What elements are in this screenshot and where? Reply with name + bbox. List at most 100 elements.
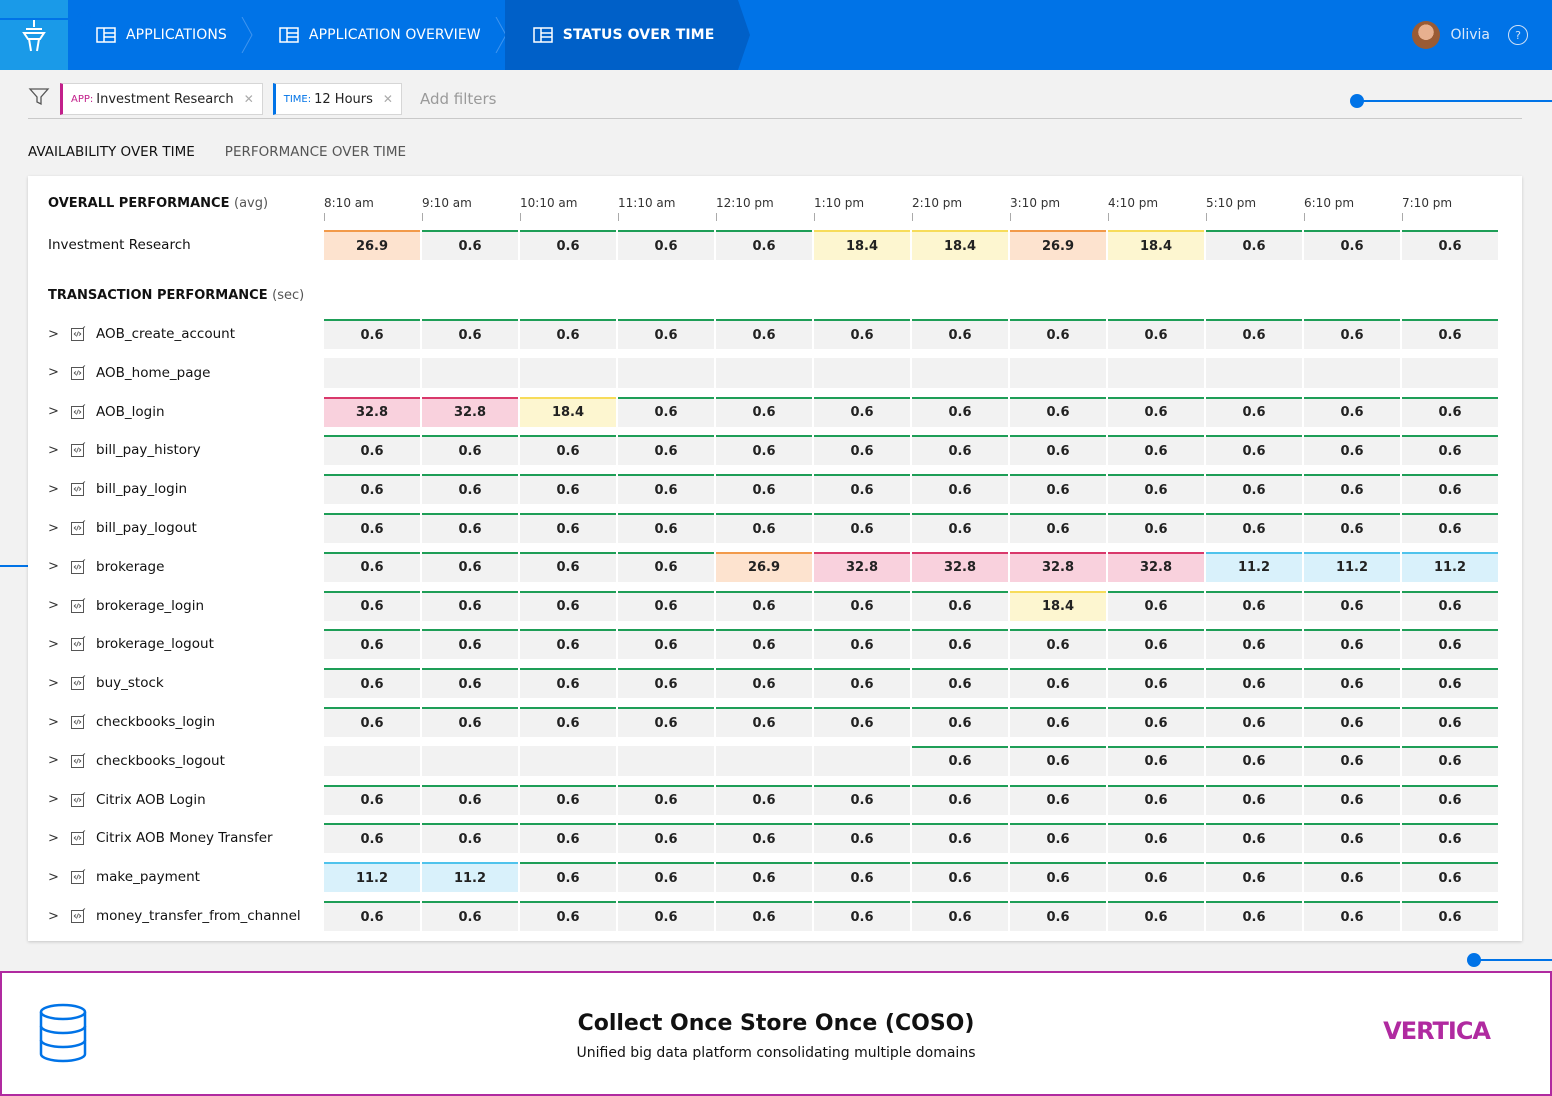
- status-cell[interactable]: [814, 745, 910, 776]
- status-cell[interactable]: 0.6: [324, 901, 420, 931]
- status-cell[interactable]: 0.6: [1402, 513, 1498, 543]
- status-cell[interactable]: 0.6: [1402, 862, 1498, 893]
- status-cell[interactable]: 0.6: [1108, 707, 1204, 737]
- status-cell[interactable]: 0.6: [1108, 513, 1204, 543]
- status-cell[interactable]: [324, 357, 420, 388]
- status-cell[interactable]: 0.6: [716, 707, 812, 737]
- status-cell[interactable]: 0.6: [422, 590, 518, 621]
- status-cell[interactable]: [520, 357, 616, 388]
- status-cell[interactable]: 0.6: [520, 823, 616, 854]
- status-cell[interactable]: 18.4: [912, 230, 1008, 260]
- status-cell[interactable]: 0.6: [618, 590, 714, 621]
- status-cell[interactable]: 0.6: [1108, 396, 1204, 427]
- status-cell[interactable]: 0.6: [422, 901, 518, 931]
- status-cell[interactable]: 0.6: [1010, 396, 1106, 427]
- status-cell[interactable]: 0.6: [1206, 784, 1302, 815]
- filter-chip-time[interactable]: TIME: 12 Hours ✕: [272, 83, 402, 115]
- status-cell[interactable]: 11.2: [1402, 551, 1498, 582]
- status-cell[interactable]: 0.6: [814, 396, 910, 427]
- close-icon[interactable]: ✕: [244, 92, 254, 106]
- chevron-right-icon[interactable]: >: [48, 559, 59, 574]
- status-cell[interactable]: 0.6: [1206, 474, 1302, 505]
- status-cell[interactable]: 0.6: [716, 629, 812, 660]
- status-cell[interactable]: [1108, 357, 1204, 388]
- status-cell[interactable]: 0.6: [1304, 513, 1400, 543]
- status-cell[interactable]: 0.6: [1206, 629, 1302, 660]
- transaction-row[interactable]: > bill_pay_history 0.6 0.6 0.6 0.6 0.6 0.6 0.6 0.…: [28, 435, 1522, 466]
- status-cell[interactable]: 0.6: [1108, 319, 1204, 349]
- status-cell[interactable]: [1402, 357, 1498, 388]
- status-cell[interactable]: [324, 745, 420, 776]
- status-cell[interactable]: 0.6: [618, 707, 714, 737]
- status-cell[interactable]: 0.6: [1010, 745, 1106, 776]
- status-cell[interactable]: 0.6: [1108, 862, 1204, 893]
- status-cell[interactable]: 0.6: [324, 474, 420, 505]
- transaction-row[interactable]: > money_transfer_from_channel 0.6 0.6 0.6 0.6…: [28, 901, 1522, 931]
- user-name[interactable]: Olivia: [1450, 27, 1490, 43]
- status-cell[interactable]: 0.6: [324, 629, 420, 660]
- status-cell[interactable]: 0.6: [422, 551, 518, 582]
- status-cell[interactable]: 0.6: [1206, 513, 1302, 543]
- status-cell[interactable]: 0.6: [1206, 823, 1302, 854]
- status-cell[interactable]: 0.6: [814, 823, 910, 854]
- tab-availability-over-time[interactable]: AVAILABILITY OVER TIME: [28, 144, 195, 179]
- status-cell[interactable]: 0.6: [422, 435, 518, 466]
- status-cell[interactable]: 0.6: [520, 474, 616, 505]
- status-cell[interactable]: 0.6: [1010, 668, 1106, 699]
- status-cell[interactable]: 0.6: [1108, 784, 1204, 815]
- status-cell[interactable]: 0.6: [1010, 474, 1106, 505]
- status-cell[interactable]: 0.6: [716, 396, 812, 427]
- status-cell[interactable]: 0.6: [618, 551, 714, 582]
- filter-chip-app[interactable]: APP: Investment Research ✕: [60, 83, 263, 115]
- status-cell[interactable]: 0.6: [716, 513, 812, 543]
- transaction-row[interactable]: > brokerage 0.6 0.6 0.6 0.6 26.9 32.8 32.8 32.8 32…: [28, 551, 1522, 582]
- breadcrumb-status-over-time[interactable]: STATUS OVER TIME: [504, 0, 750, 70]
- status-cell[interactable]: 0.6: [1206, 901, 1302, 931]
- user-menu[interactable]: Olivia ?: [1412, 0, 1528, 70]
- status-cell[interactable]: 0.6: [716, 230, 812, 260]
- status-cell[interactable]: 0.6: [1402, 784, 1498, 815]
- status-cell[interactable]: 0.6: [716, 862, 812, 893]
- transaction-row[interactable]: > bill_pay_login 0.6 0.6 0.6 0.6 0.6 0.6 0.6 0.6 0…: [28, 474, 1522, 505]
- status-cell[interactable]: 0.6: [716, 590, 812, 621]
- status-cell[interactable]: 0.6: [1010, 862, 1106, 893]
- status-cell[interactable]: 11.2: [1206, 551, 1302, 582]
- status-cell[interactable]: 0.6: [618, 668, 714, 699]
- status-cell[interactable]: [618, 745, 714, 776]
- status-cell[interactable]: 0.6: [912, 823, 1008, 854]
- status-cell[interactable]: [520, 745, 616, 776]
- transaction-row[interactable]: > AOB_create_account 0.6 0.6 0.6 0.6 0.6 0.6 0.6…: [28, 319, 1522, 349]
- status-cell[interactable]: 0.6: [716, 668, 812, 699]
- status-cell[interactable]: 0.6: [716, 319, 812, 349]
- status-cell[interactable]: 0.6: [1402, 707, 1498, 737]
- chevron-right-icon[interactable]: >: [48, 327, 59, 342]
- status-cell[interactable]: 0.6: [1304, 396, 1400, 427]
- status-cell[interactable]: 0.6: [716, 435, 812, 466]
- status-cell[interactable]: 32.8: [1108, 551, 1204, 582]
- status-cell[interactable]: 0.6: [1206, 319, 1302, 349]
- status-cell[interactable]: 0.6: [520, 551, 616, 582]
- status-cell[interactable]: 32.8: [814, 551, 910, 582]
- transaction-row[interactable]: > checkbooks_login 0.6 0.6 0.6 0.6 0.6 0.6 0.6 0.…: [28, 707, 1522, 737]
- status-cell[interactable]: 0.6: [1402, 319, 1498, 349]
- status-cell[interactable]: 0.6: [1304, 629, 1400, 660]
- transaction-row[interactable]: > make_payment 11.2 11.2 0.6 0.6 0.6 0.6 0.6 0.6 0…: [28, 862, 1522, 893]
- status-cell[interactable]: 0.6: [1402, 629, 1498, 660]
- status-cell[interactable]: 0.6: [324, 784, 420, 815]
- status-cell[interactable]: 32.8: [324, 396, 420, 427]
- status-cell[interactable]: 0.6: [912, 707, 1008, 737]
- transaction-row[interactable]: > AOB_home_page: [28, 357, 1522, 388]
- status-cell[interactable]: 0.6: [912, 474, 1008, 505]
- status-cell[interactable]: 0.6: [1108, 474, 1204, 505]
- chevron-right-icon[interactable]: >: [48, 443, 59, 458]
- status-cell[interactable]: 0.6: [1304, 590, 1400, 621]
- status-cell[interactable]: 0.6: [912, 513, 1008, 543]
- status-cell[interactable]: 0.6: [618, 230, 714, 260]
- status-cell[interactable]: 0.6: [1402, 474, 1498, 505]
- status-cell[interactable]: 0.6: [814, 668, 910, 699]
- chevron-right-icon[interactable]: >: [48, 870, 59, 885]
- avatar[interactable]: [1412, 21, 1441, 49]
- status-cell[interactable]: 0.6: [912, 862, 1008, 893]
- chevron-right-icon[interactable]: >: [48, 715, 59, 730]
- status-cell[interactable]: 0.6: [1402, 745, 1498, 776]
